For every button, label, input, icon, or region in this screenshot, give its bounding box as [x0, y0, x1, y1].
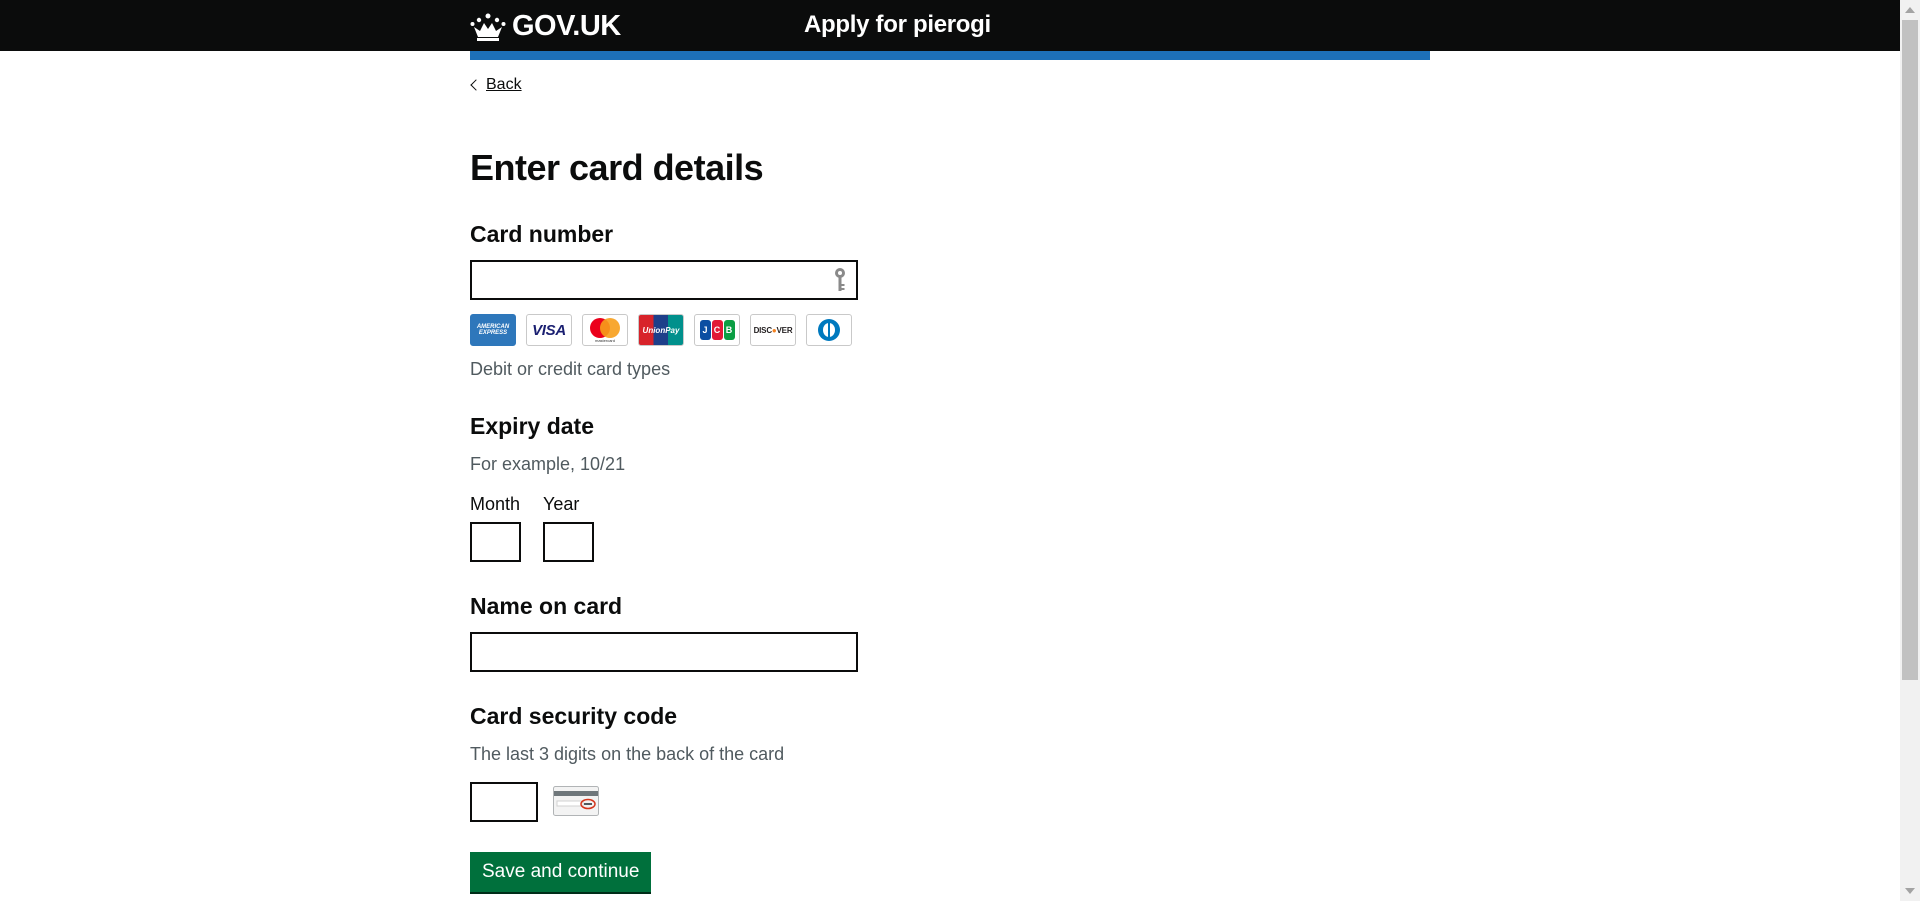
- page-scrollbar[interactable]: [1900, 0, 1920, 901]
- card-logos: AMERICAN EXPRESS VISA mastercard UnionPay…: [470, 314, 852, 346]
- govuk-logo-link[interactable]: GOV.UK: [470, 10, 621, 43]
- card-number-label: Card number: [470, 221, 614, 247]
- back-link-label: Back: [486, 76, 522, 93]
- visa-card-icon: VISA: [526, 314, 572, 346]
- card-types-hint: Debit or credit card types: [470, 359, 671, 379]
- expiry-year-label: Year: [543, 494, 580, 514]
- security-code-label: Card security code: [470, 703, 678, 729]
- security-code-hint: The last 3 digits on the back of the car…: [470, 744, 785, 764]
- expiry-date-hint: For example, 10/21: [470, 454, 626, 474]
- mastercard-card-icon: mastercard: [582, 314, 628, 346]
- name-on-card-input[interactable]: [470, 632, 858, 672]
- expiry-date-label: Expiry date: [470, 413, 594, 439]
- unionpay-card-icon: UnionPay: [638, 314, 684, 346]
- expiry-month-label: Month: [470, 494, 521, 514]
- service-name[interactable]: Apply for pierogi: [804, 11, 991, 39]
- page-title: Enter card details: [470, 147, 764, 188]
- diners-club-card-icon: [806, 314, 852, 346]
- back-link[interactable]: Back: [470, 76, 522, 94]
- key-icon[interactable]: [832, 267, 848, 293]
- scroll-up-arrow-icon[interactable]: [1905, 7, 1915, 13]
- scrollbar-thumb[interactable]: [1902, 20, 1918, 680]
- scroll-down-arrow-icon[interactable]: [1905, 888, 1915, 894]
- discover-card-icon: DISC ● VER: [750, 314, 796, 346]
- security-code-input[interactable]: [470, 782, 538, 822]
- expiry-month-input[interactable]: [470, 522, 521, 562]
- logo-text: GOV.UK: [512, 10, 621, 42]
- crown-icon: [470, 13, 506, 41]
- card-number-input[interactable]: [470, 260, 858, 300]
- header-blue-bar: [470, 51, 1430, 60]
- amex-card-icon: AMERICAN EXPRESS: [470, 314, 516, 346]
- site-header: GOV.UK Apply for pierogi: [0, 0, 1900, 51]
- name-on-card-label: Name on card: [470, 593, 623, 619]
- jcb-card-icon: JCB: [694, 314, 740, 346]
- chevron-left-icon: [470, 79, 482, 91]
- expiry-year-input[interactable]: [543, 522, 594, 562]
- save-and-continue-button[interactable]: Save and continue: [470, 852, 652, 892]
- card-back-cvc-icon: [553, 786, 599, 816]
